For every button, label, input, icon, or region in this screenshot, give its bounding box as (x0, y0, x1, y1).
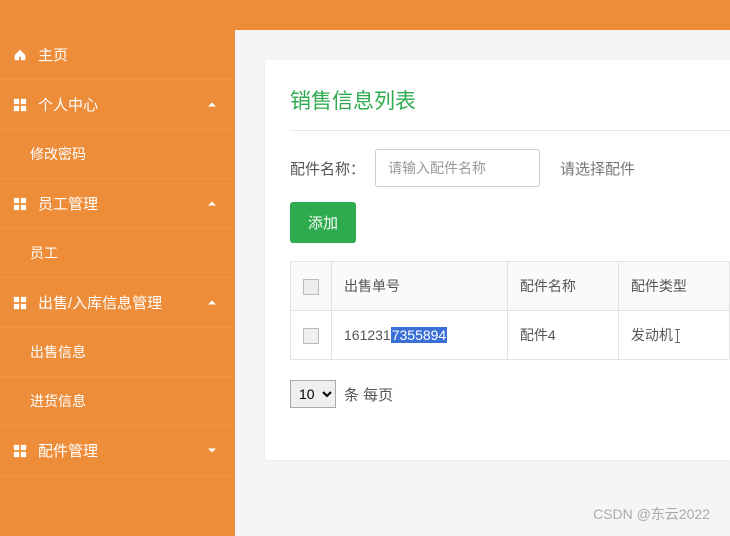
selected-text: 7355894 (391, 327, 448, 343)
cell-order-no: 1612317355894 (332, 311, 508, 360)
page-size-label: 条 每页 (344, 384, 393, 405)
header-checkbox-cell (291, 262, 332, 311)
sidebar-item-label: 修改密码 (30, 144, 86, 164)
table-header-row: 出售单号 配件名称 配件类型 (291, 262, 730, 311)
part-name-input[interactable] (375, 149, 540, 187)
sidebar-item-parts-mgmt[interactable]: 配件管理 (0, 426, 235, 476)
watermark: CSDN @东云2022 (593, 504, 710, 524)
select-all-checkbox[interactable] (303, 279, 319, 295)
sidebar-item-label: 进货信息 (30, 391, 86, 411)
sidebar-item-label: 配件管理 (38, 440, 98, 461)
chevron-down-icon (207, 442, 217, 459)
sidebar-item-sale-stock[interactable]: 出售/入库信息管理 (0, 278, 235, 328)
sidebar-item-label: 出售信息 (30, 342, 86, 362)
table-row[interactable]: 1612317355894 配件4 发动机 (291, 311, 730, 360)
sidebar-item-label: 个人中心 (38, 94, 98, 115)
sidebar-item-label: 员工 (30, 243, 58, 263)
chevron-up-icon (207, 195, 217, 212)
home-icon (12, 47, 28, 63)
col-order-no: 出售单号 (332, 262, 508, 311)
sidebar-item-staff[interactable]: 员工 (0, 229, 235, 278)
sidebar-item-purchase-info[interactable]: 进货信息 (0, 377, 235, 426)
grid-icon (12, 196, 28, 212)
topbar (0, 0, 730, 30)
sidebar-item-home[interactable]: 主页 (0, 30, 235, 80)
text-cursor-icon (675, 329, 681, 343)
sidebar-item-personal[interactable]: 个人中心 (0, 80, 235, 130)
grid-icon (12, 295, 28, 311)
main-content: 销售信息列表 配件名称： 请选择配件 添加 出售单号 配件名称 (235, 30, 730, 536)
sidebar-item-staff-mgmt[interactable]: 员工管理 (0, 179, 235, 229)
panel: 销售信息列表 配件名称： 请选择配件 添加 出售单号 配件名称 (265, 60, 730, 460)
sidebar: 主页 个人中心 修改密码 员工管理 员工 出售/入库信息管理 出售信息 进货信息 (0, 30, 235, 536)
part-type-select-hint[interactable]: 请选择配件 (560, 158, 635, 179)
add-button[interactable]: 添加 (290, 202, 356, 243)
sidebar-item-label: 员工管理 (38, 193, 98, 214)
row-checkbox-cell (291, 311, 332, 360)
row-checkbox[interactable] (303, 328, 319, 344)
sidebar-item-sale-info[interactable]: 出售信息 (0, 328, 235, 377)
col-part-type: 配件类型 (618, 262, 729, 311)
chevron-up-icon (207, 294, 217, 311)
page-title: 销售信息列表 (290, 85, 730, 115)
pager: 10 条 每页 (290, 380, 730, 408)
cell-part-type: 发动机 (618, 311, 729, 360)
chevron-up-icon (207, 96, 217, 113)
sidebar-item-label: 主页 (38, 44, 68, 65)
sidebar-item-change-password[interactable]: 修改密码 (0, 130, 235, 179)
grid-icon (12, 97, 28, 113)
data-table: 出售单号 配件名称 配件类型 1612317355894 配件4 发动机 (290, 261, 730, 360)
grid-icon (12, 443, 28, 459)
sidebar-item-label: 出售/入库信息管理 (38, 292, 162, 313)
divider (290, 130, 730, 131)
filter-row: 配件名称： 请选择配件 (290, 149, 730, 187)
cell-part-name: 配件4 (507, 311, 618, 360)
col-part-name: 配件名称 (507, 262, 618, 311)
page-size-select[interactable]: 10 (290, 380, 336, 408)
filter-label: 配件名称： (290, 158, 365, 179)
